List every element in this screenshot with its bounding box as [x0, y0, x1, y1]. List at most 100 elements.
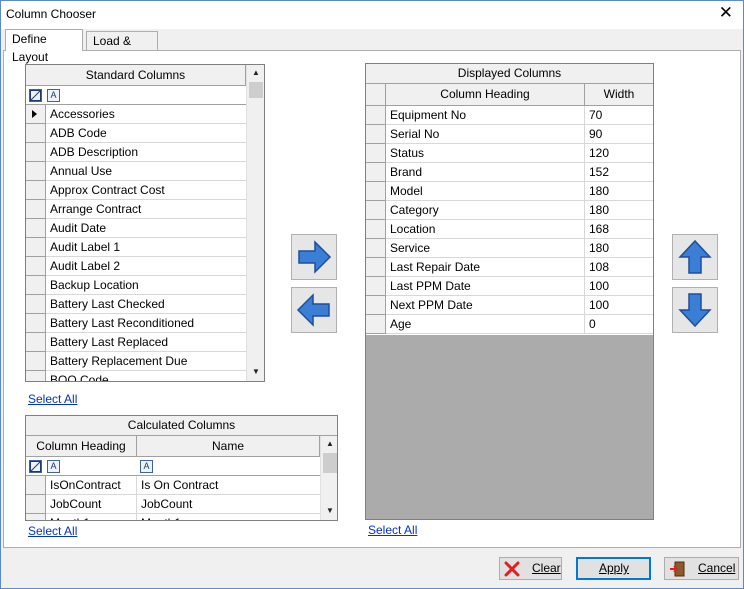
remove-column-button[interactable]: [291, 287, 337, 333]
list-item[interactable]: Approx Contract Cost: [26, 181, 246, 200]
list-item[interactable]: BOQ Code: [26, 371, 246, 381]
filter-text-icon[interactable]: A: [140, 460, 153, 473]
table-row[interactable]: Status 120: [366, 144, 653, 163]
table-row[interactable]: Model 180: [366, 182, 653, 201]
add-column-button[interactable]: [291, 234, 337, 280]
table-row[interactable]: Category 180: [366, 201, 653, 220]
displayed-heading-cell[interactable]: Serial No: [386, 125, 585, 144]
displayed-heading-cell[interactable]: Next PPM Date: [386, 296, 585, 315]
displayed-heading-cell[interactable]: Service: [386, 239, 585, 258]
row-header[interactable]: [26, 124, 46, 143]
displayed-width-cell[interactable]: 0: [585, 315, 653, 334]
row-header[interactable]: [366, 239, 386, 258]
displayed-heading-cell[interactable]: Status: [386, 144, 585, 163]
table-row[interactable]: Location 168: [366, 220, 653, 239]
standard-select-all-link[interactable]: Select All: [28, 392, 77, 406]
table-row[interactable]: Last PPM Date 100: [366, 277, 653, 296]
displayed-col-heading-header[interactable]: Column Heading: [386, 84, 585, 106]
row-header[interactable]: [366, 277, 386, 296]
row-header[interactable]: [366, 315, 386, 334]
displayed-width-cell[interactable]: 70: [585, 106, 653, 125]
list-item[interactable]: Arrange Contract: [26, 200, 246, 219]
row-header[interactable]: [26, 371, 46, 381]
table-row[interactable]: Brand 152: [366, 163, 653, 182]
scroll-thumb[interactable]: [249, 82, 263, 98]
standard-filter-row[interactable]: A: [26, 86, 246, 105]
calc-col-heading-header[interactable]: Column Heading: [26, 436, 137, 457]
displayed-heading-cell[interactable]: Location: [386, 220, 585, 239]
displayed-heading-cell[interactable]: Brand: [386, 163, 585, 182]
row-header[interactable]: [26, 495, 46, 514]
row-header[interactable]: [26, 238, 46, 257]
row-header[interactable]: [26, 181, 46, 200]
displayed-width-cell[interactable]: 108: [585, 258, 653, 277]
displayed-width-cell[interactable]: 100: [585, 277, 653, 296]
scroll-up-icon[interactable]: ▲: [322, 436, 337, 452]
row-header[interactable]: [366, 163, 386, 182]
row-header[interactable]: [366, 201, 386, 220]
displayed-width-cell[interactable]: 152: [585, 163, 653, 182]
row-header[interactable]: [366, 144, 386, 163]
scroll-down-icon[interactable]: ▼: [248, 364, 264, 380]
list-item[interactable]: Audit Label 1: [26, 238, 246, 257]
row-header[interactable]: [26, 333, 46, 352]
list-item[interactable]: Battery Last Replaced: [26, 333, 246, 352]
list-item[interactable]: Audit Label 2: [26, 257, 246, 276]
list-item[interactable]: Backup Location: [26, 276, 246, 295]
filter-text-icon[interactable]: A: [47, 460, 60, 473]
row-header[interactable]: [26, 314, 46, 333]
displayed-width-cell[interactable]: 180: [585, 182, 653, 201]
displayed-heading-cell[interactable]: Last Repair Date: [386, 258, 585, 277]
scroll-up-icon[interactable]: ▲: [248, 65, 264, 81]
row-header[interactable]: [26, 276, 46, 295]
table-row[interactable]: Serial No 90: [366, 125, 653, 144]
table-row[interactable]: Age 0: [366, 315, 653, 334]
table-row[interactable]: Service 180: [366, 239, 653, 258]
row-header[interactable]: [26, 200, 46, 219]
list-item[interactable]: Battery Last Reconditioned: [26, 314, 246, 333]
row-header[interactable]: [26, 219, 46, 238]
row-header[interactable]: [26, 352, 46, 371]
row-header[interactable]: [366, 258, 386, 277]
displayed-width-cell[interactable]: 180: [585, 239, 653, 258]
displayed-select-all-link[interactable]: Select All: [368, 523, 417, 537]
apply-button[interactable]: Apply: [576, 557, 651, 580]
row-header[interactable]: [366, 182, 386, 201]
displayed-width-cell[interactable]: 100: [585, 296, 653, 315]
move-down-button[interactable]: [672, 287, 718, 333]
calculated-filter-row[interactable]: A A: [26, 457, 320, 476]
displayed-heading-cell[interactable]: Last PPM Date: [386, 277, 585, 296]
tab-define-layout[interactable]: Define Layout: [5, 29, 83, 64]
row-header[interactable]: [26, 257, 46, 276]
list-item[interactable]: ADB Description: [26, 143, 246, 162]
scroll-down-icon[interactable]: ▼: [322, 503, 337, 519]
table-row[interactable]: JobCount JobCount: [26, 495, 320, 514]
clear-button[interactable]: Clear: [499, 557, 562, 580]
row-header[interactable]: [366, 125, 386, 144]
row-header[interactable]: [26, 162, 46, 181]
list-item[interactable]: Accessories: [26, 105, 246, 124]
table-row[interactable]: IsOnContract Is On Contract: [26, 476, 320, 495]
list-item[interactable]: ADB Code: [26, 124, 246, 143]
displayed-heading-cell[interactable]: Category: [386, 201, 585, 220]
list-item[interactable]: Battery Replacement Due: [26, 352, 246, 371]
calc-col-name-header[interactable]: Name: [137, 436, 320, 457]
scroll-thumb[interactable]: [323, 453, 337, 473]
filter-clear-icon[interactable]: [29, 89, 42, 102]
table-row[interactable]: Next PPM Date 100: [366, 296, 653, 315]
table-row[interactable]: Month1Month1: [26, 514, 320, 520]
move-up-button[interactable]: [672, 234, 718, 280]
row-header[interactable]: [366, 106, 386, 125]
calculated-select-all-link[interactable]: Select All: [28, 524, 77, 538]
displayed-heading-cell[interactable]: Age: [386, 315, 585, 334]
list-item[interactable]: Annual Use: [26, 162, 246, 181]
row-header[interactable]: [26, 295, 46, 314]
standard-columns-scrollbar[interactable]: ▲ ▼: [246, 65, 264, 381]
list-item[interactable]: Audit Date: [26, 219, 246, 238]
list-item[interactable]: Battery Last Checked: [26, 295, 246, 314]
row-header[interactable]: [26, 105, 46, 124]
row-header[interactable]: [26, 476, 46, 495]
table-row[interactable]: Last Repair Date 108: [366, 258, 653, 277]
row-header[interactable]: [26, 514, 46, 520]
tab-load-save[interactable]: Load & Save: [86, 31, 158, 66]
